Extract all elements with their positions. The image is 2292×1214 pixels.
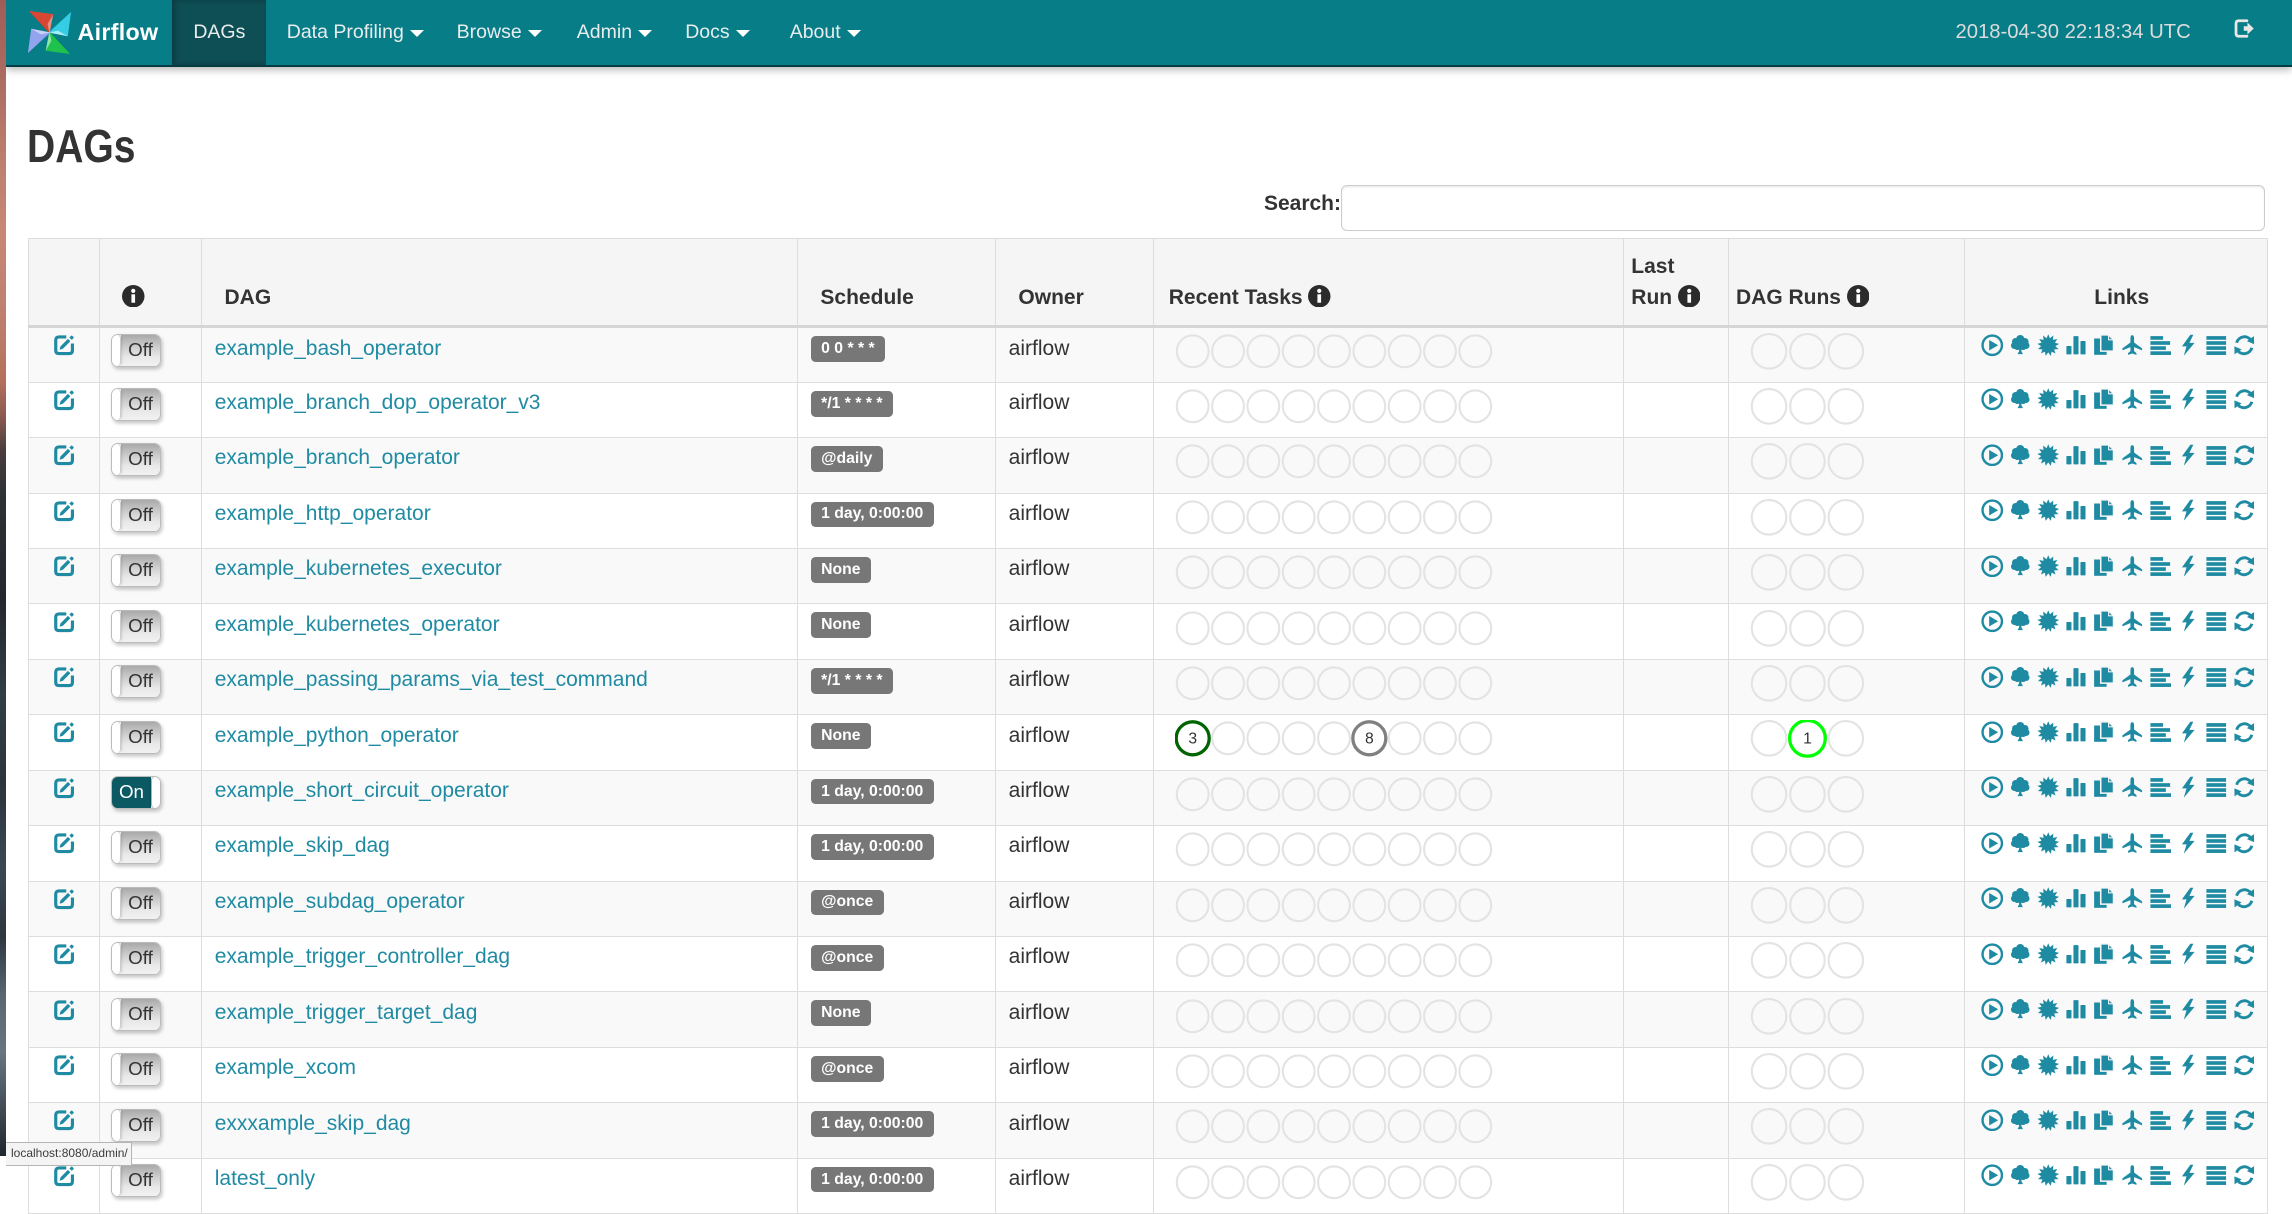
svg-text:8: 8 <box>1365 731 1374 748</box>
svg-text:3: 3 <box>1189 731 1198 748</box>
svg-text:1: 1 <box>1803 731 1812 748</box>
